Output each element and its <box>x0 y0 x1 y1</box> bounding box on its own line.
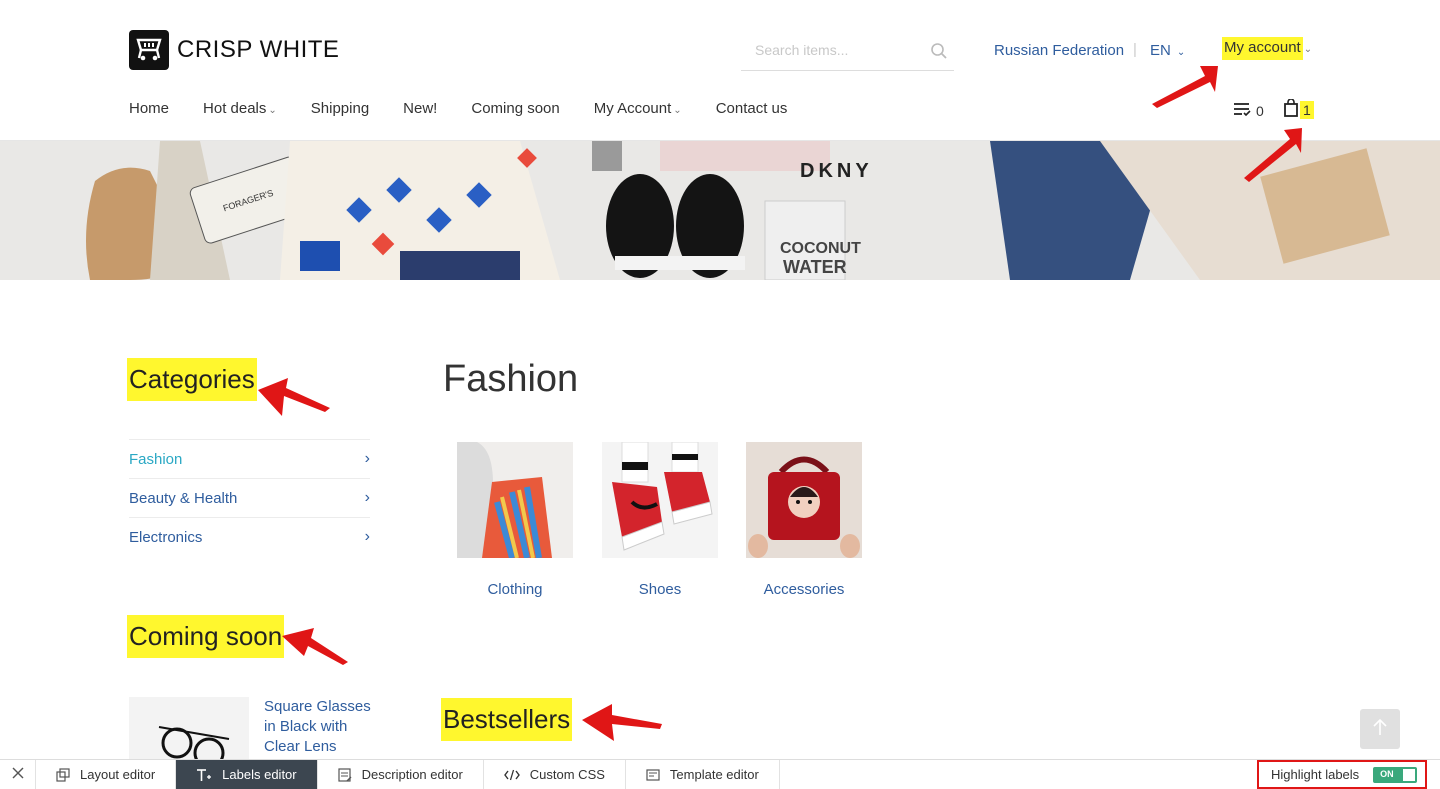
category-item-beauty-health[interactable]: Beauty & Health › <box>129 478 370 517</box>
subcategory-image <box>746 442 862 558</box>
brand-name: CRISP WHITE <box>177 36 340 63</box>
shopping-bag-icon <box>1284 98 1298 120</box>
hero-banner: FORAGER'S DKNY COCONUT WATER <box>0 141 1440 280</box>
chevron-down-icon: ⌄ <box>673 105 682 116</box>
my-account-label: My account <box>1222 37 1303 60</box>
arrow-up-icon <box>1372 718 1388 741</box>
tab-template-editor[interactable]: Template editor <box>626 760 780 789</box>
tab-label: Labels editor <box>222 767 297 782</box>
tab-label: Description editor <box>361 767 463 782</box>
chevron-down-icon: ⌄ <box>1176 47 1186 58</box>
layout-icon <box>56 767 70 782</box>
tab-custom-css[interactable]: Custom CSS <box>484 760 626 789</box>
subcategory-label: Accessories <box>763 581 845 598</box>
description-icon <box>338 767 352 782</box>
highlight-labels-label: Highlight labels <box>1271 767 1360 782</box>
subcategory-shoes[interactable]: Shoes <box>602 442 718 598</box>
arrow-to-categories <box>258 378 330 416</box>
subcategory-accessories[interactable]: Accessories <box>746 442 862 598</box>
categories-heading: Categories <box>127 358 257 401</box>
chevron-down-icon: ⌄ <box>1303 44 1313 55</box>
category-label: Fashion <box>129 450 183 468</box>
category-item-fashion[interactable]: Fashion › <box>129 439 370 478</box>
category-label: Beauty & Health <box>129 489 238 507</box>
my-account-menu[interactable]: My account ⌄ <box>1222 37 1313 60</box>
categories-heading-label: Categories <box>127 358 257 401</box>
nav-item-contact-us[interactable]: Contact us <box>716 100 788 117</box>
category-label: Electronics <box>129 528 203 546</box>
language-selector[interactable]: EN ⌄ <box>1150 42 1185 59</box>
tab-label: Custom CSS <box>529 767 605 782</box>
nav-label: New! <box>403 100 438 117</box>
bestsellers-heading-label: Bestsellers <box>441 698 573 741</box>
language-label: EN <box>1150 42 1171 59</box>
nav-label: Home <box>129 100 170 117</box>
coming-soon-heading: Coming soon <box>127 615 285 658</box>
wishlist-button[interactable]: 0 <box>1233 101 1264 120</box>
subcategory-image <box>602 442 718 558</box>
country-selector[interactable]: Russian Federation <box>994 42 1124 59</box>
logo-icon <box>129 30 169 70</box>
toggle-knob <box>1403 768 1416 781</box>
header-separator: | <box>1133 41 1137 58</box>
highlight-labels-toggle[interactable]: ON <box>1373 766 1418 783</box>
arrow-to-coming-soon <box>282 628 348 665</box>
subcategory-label: Shoes <box>638 581 682 598</box>
chevron-right-icon: › <box>364 450 370 467</box>
coming-soon-heading-label: Coming soon <box>127 615 285 658</box>
template-icon <box>646 768 660 781</box>
nav-item-my-account[interactable]: My Account ⌄ <box>594 100 682 117</box>
nav-label: Shipping <box>310 100 370 117</box>
nav-label: Contact us <box>715 100 788 117</box>
close-editor-button[interactable] <box>0 760 36 789</box>
subcategory-clothing[interactable]: Clothing <box>457 442 573 598</box>
wishlist-count: 0 <box>1256 102 1264 119</box>
tab-description-editor[interactable]: Description editor <box>318 760 484 789</box>
nav-label: My Account <box>593 100 672 117</box>
product-name-link[interactable]: Square Glasses in Black with Clear Lens <box>264 697 374 757</box>
tab-label: Template editor <box>669 767 759 782</box>
scroll-to-top-button[interactable] <box>1360 709 1400 749</box>
banner-text-dkny: DKNY <box>800 160 873 182</box>
text-icon <box>196 768 212 782</box>
category-item-electronics[interactable]: Electronics › <box>129 517 370 556</box>
wishlist-icon <box>1233 101 1251 120</box>
tab-labels-editor[interactable]: Labels editor <box>176 760 318 789</box>
search-icon[interactable] <box>930 42 948 65</box>
bestsellers-heading: Bestsellers <box>441 698 573 741</box>
nav-item-hot-deals[interactable]: Hot deals ⌄ <box>203 100 277 117</box>
nav-label: Coming soon <box>471 100 560 117</box>
chevron-right-icon: › <box>364 489 370 506</box>
main-navigation: Home Hot deals ⌄ Shipping New! Coming soo… <box>129 100 821 117</box>
category-list: Fashion › Beauty & Health › Electronics … <box>129 439 370 556</box>
arrow-to-bestsellers <box>582 704 662 741</box>
toggle-state-label: ON <box>1380 768 1394 779</box>
nav-item-shipping[interactable]: Shipping <box>311 100 369 117</box>
chevron-right-icon: › <box>364 528 370 545</box>
arrow-to-my-account <box>1152 66 1218 108</box>
store-logo[interactable]: CRISP WHITE <box>129 30 339 70</box>
page-title: Fashion <box>443 358 579 400</box>
chevron-down-icon: ⌄ <box>268 105 277 116</box>
cart-button[interactable]: 1 <box>1284 98 1314 120</box>
banner-text-coconut: COCONUT <box>780 240 861 257</box>
nav-item-new[interactable]: New! <box>403 100 437 117</box>
editor-toolbar: Layout editor Labels editor Description … <box>0 759 1440 789</box>
product-thumbnail[interactable] <box>129 697 249 762</box>
tab-label: Layout editor <box>80 767 156 782</box>
nav-label: Hot deals <box>203 100 267 117</box>
banner-text-water: WATER <box>783 257 847 277</box>
highlight-labels-control: Highlight labels ON <box>1257 760 1427 789</box>
subcategory-image <box>457 442 573 558</box>
cart-count: 1 <box>1300 100 1314 119</box>
nav-item-coming-soon[interactable]: Coming soon <box>471 100 559 117</box>
close-icon <box>12 767 24 782</box>
code-icon <box>503 769 520 781</box>
tab-layout-editor[interactable]: Layout editor <box>36 760 177 789</box>
search-input[interactable] <box>741 34 921 66</box>
nav-item-home[interactable]: Home <box>129 100 169 117</box>
search-box <box>741 34 954 71</box>
subcategory-label: Clothing <box>487 581 543 598</box>
